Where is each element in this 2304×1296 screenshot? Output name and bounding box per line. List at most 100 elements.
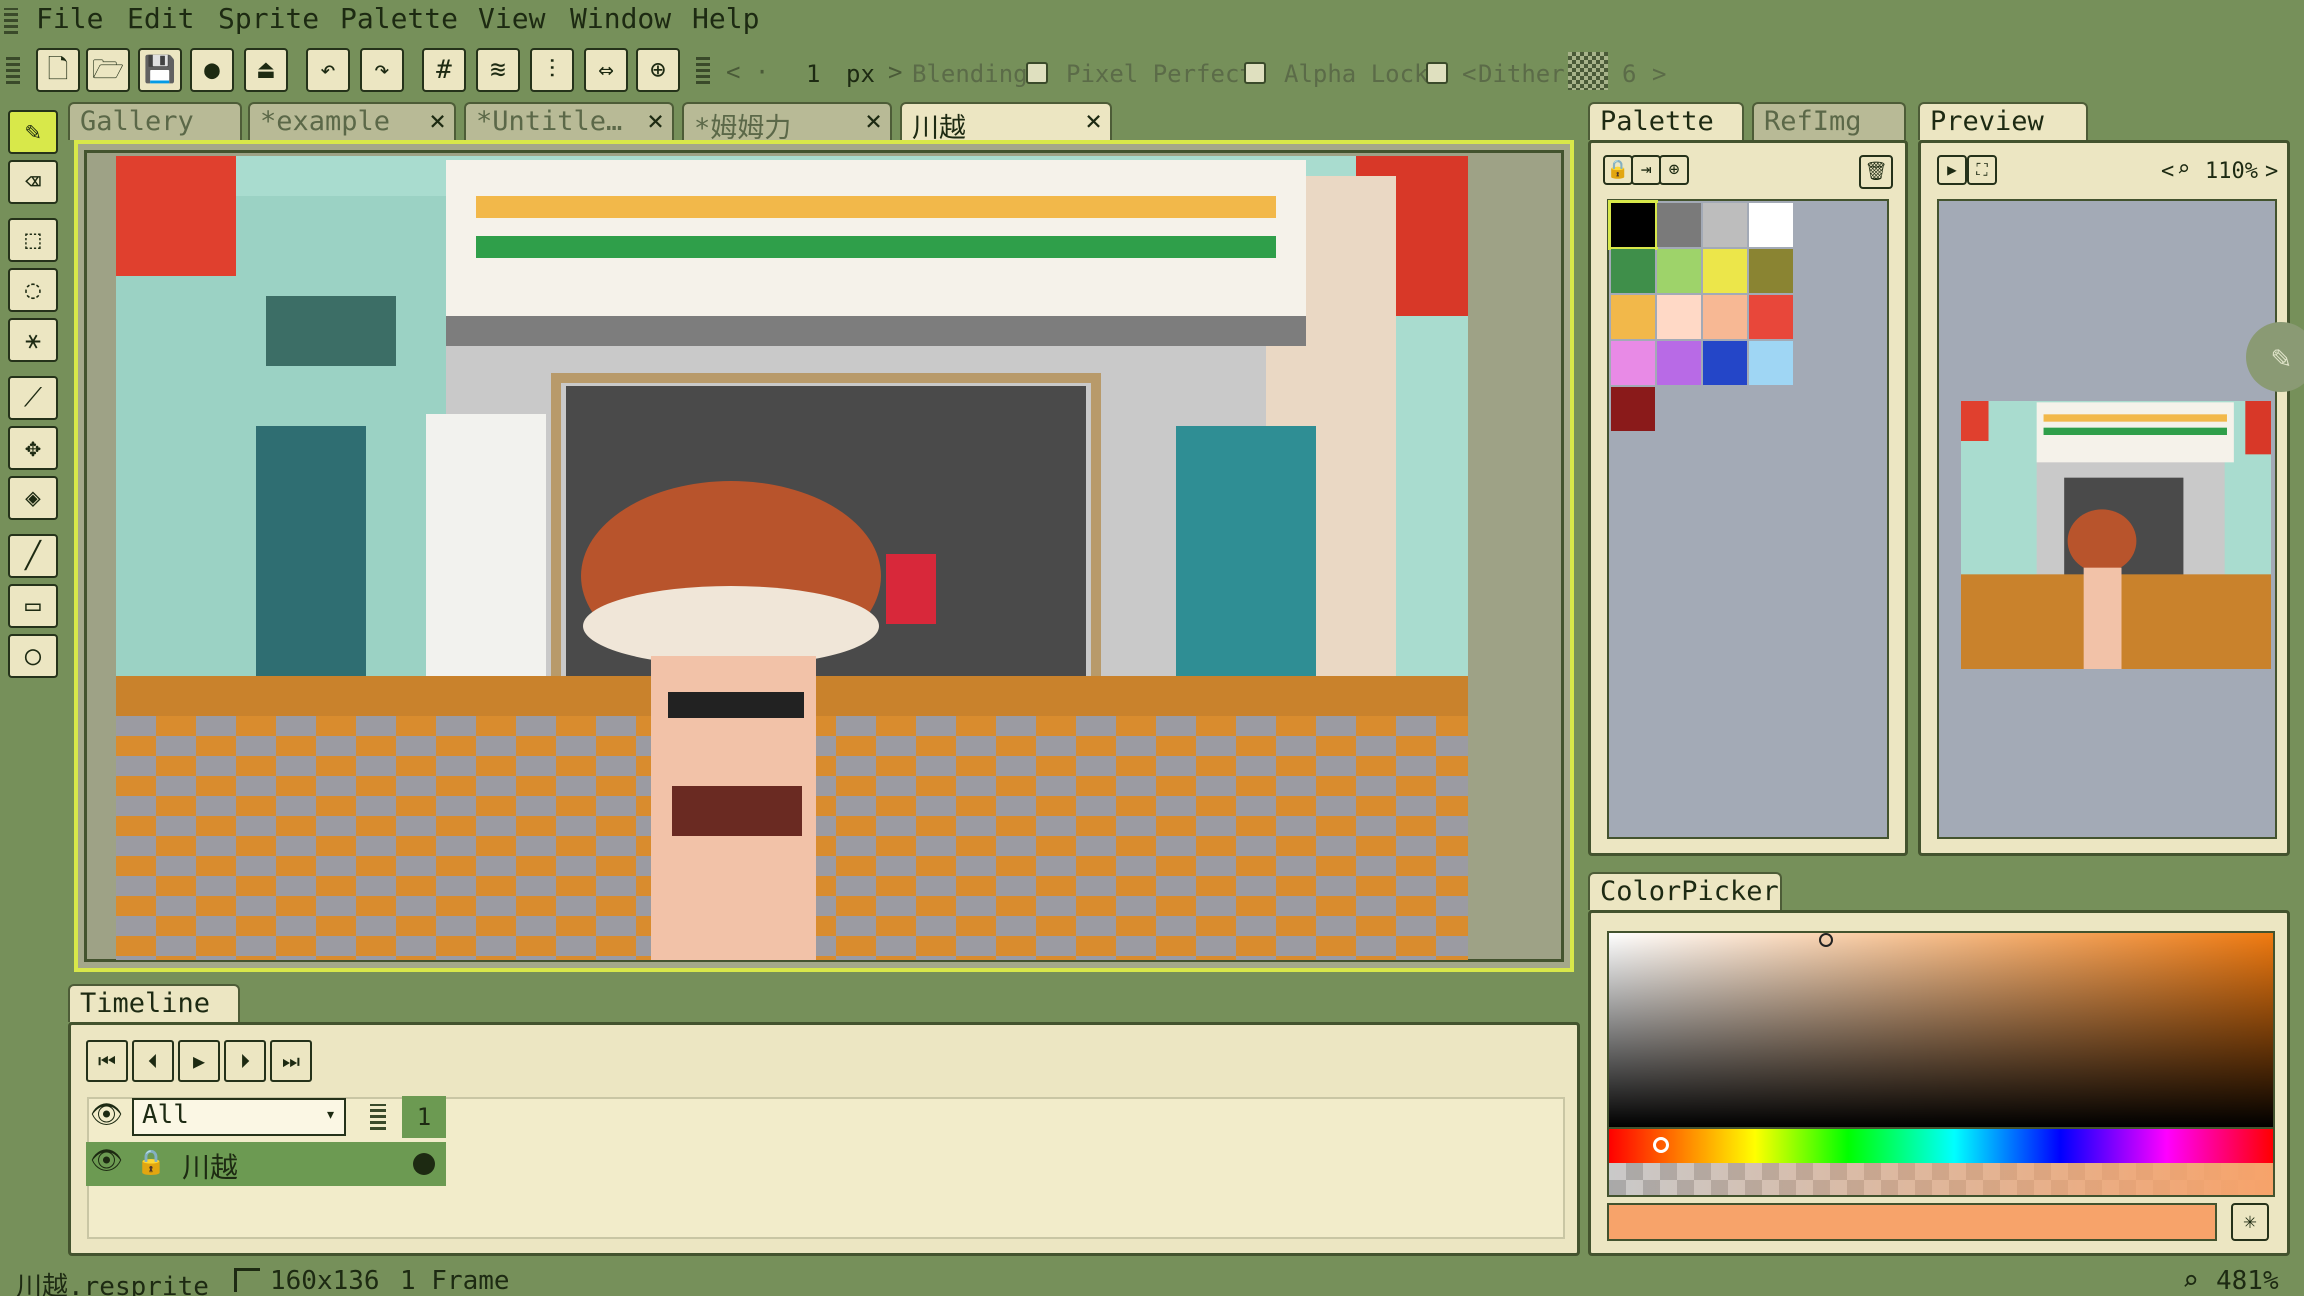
save-icon[interactable]: 💾	[138, 48, 182, 92]
alpha-slider[interactable]	[1607, 1163, 2275, 1197]
alpha-lock-checkbox[interactable]	[1426, 62, 1448, 84]
palette-tab[interactable]: Palette	[1588, 102, 1744, 140]
sprite-canvas[interactable]	[116, 156, 1468, 960]
menu-file[interactable]: File	[36, 2, 103, 35]
layers-icon[interactable]: ≋	[476, 48, 520, 92]
palette-swatch[interactable]	[1657, 295, 1701, 339]
frame-value[interactable]: 1	[806, 60, 820, 88]
color-value-field[interactable]	[1607, 1203, 2217, 1241]
menu-sprite[interactable]: Sprite	[218, 2, 319, 35]
refimg-tab[interactable]: RefImg	[1752, 102, 1906, 140]
timeline-tab[interactable]: Timeline	[68, 984, 240, 1022]
next-frame-icon[interactable]: ⏵	[224, 1040, 266, 1082]
palette-swatch[interactable]	[1703, 249, 1747, 293]
hue-cursor[interactable]	[1653, 1137, 1669, 1153]
preview-play-icon[interactable]: ▶	[1937, 155, 1967, 185]
open-folder-icon[interactable]: 🗁	[86, 48, 130, 92]
tab-close-icon[interactable]: ×	[865, 104, 882, 137]
dither-next-arrow[interactable]: >	[1652, 60, 1666, 88]
colorpicker-tab[interactable]: ColorPicker	[1588, 872, 1782, 910]
palette-swatch[interactable]	[1611, 249, 1655, 293]
palette-swatch[interactable]	[1611, 295, 1655, 339]
eyedropper-icon[interactable]: ⟋	[8, 376, 58, 420]
palette-swatch[interactable]	[1703, 341, 1747, 385]
preview-zoom-next[interactable]: >	[2265, 159, 2278, 184]
blending-checkbox[interactable]	[1026, 62, 1048, 84]
visibility-all-icon[interactable]: 👁	[90, 1100, 123, 1130]
palette-sort-icon[interactable]: ⇥	[1631, 155, 1661, 185]
palette-lock-icon[interactable]: 🔒	[1603, 155, 1633, 185]
palette-swatch[interactable]	[1611, 341, 1655, 385]
pick-screen-icon[interactable]: ✳	[2231, 1203, 2269, 1241]
preview-zoom-prev[interactable]: <	[2161, 159, 2174, 184]
export-icon[interactable]: ⏏	[244, 48, 288, 92]
tab-close-icon[interactable]: ×	[429, 104, 446, 137]
frame-cel[interactable]	[402, 1142, 446, 1186]
palette-swatch[interactable]	[1749, 295, 1793, 339]
palette-swatch[interactable]	[1611, 387, 1655, 431]
last-frame-icon[interactable]: ⏭	[270, 1040, 312, 1082]
undo-icon[interactable]: ↶	[306, 48, 350, 92]
layer-visibility-icon[interactable]: 👁	[90, 1146, 123, 1176]
wrap-icon[interactable]: ⊕	[636, 48, 680, 92]
layer-lock-icon[interactable]: 🔒	[136, 1148, 166, 1176]
pixel-perfect-checkbox[interactable]	[1244, 62, 1266, 84]
ellipse-icon[interactable]: ◯	[8, 634, 58, 678]
line-icon[interactable]: ╱	[8, 534, 58, 578]
lasso-icon[interactable]: ◌	[8, 268, 58, 312]
tab-gallery[interactable]: Gallery	[68, 102, 242, 140]
tab-mumuli[interactable]: *姆姆力 ×	[682, 102, 892, 140]
menu-window[interactable]: Window	[570, 2, 671, 35]
tune-icon[interactable]: ⫶	[530, 48, 574, 92]
prev-frame-icon[interactable]: ⏴	[132, 1040, 174, 1082]
tab-close-icon[interactable]: ×	[647, 104, 664, 137]
preview-fit-icon[interactable]: ⛶	[1967, 155, 1997, 185]
hue-slider[interactable]	[1607, 1129, 2275, 1163]
tab-untitled[interactable]: *Untitle… ×	[464, 102, 674, 140]
tab-example[interactable]: *example ×	[248, 102, 456, 140]
palette-swatch[interactable]	[1749, 341, 1793, 385]
preview-tab[interactable]: Preview	[1918, 102, 2088, 140]
sv-cursor[interactable]	[1819, 933, 1833, 947]
redo-icon[interactable]: ↷	[360, 48, 404, 92]
layer-filter-select[interactable]: All ▾	[132, 1098, 346, 1136]
palette-swatch[interactable]	[1703, 203, 1747, 247]
tab-kawagoe[interactable]: 川越 ×	[900, 102, 1112, 140]
first-frame-icon[interactable]: ⏮	[86, 1040, 128, 1082]
palette-swatch[interactable]	[1749, 203, 1793, 247]
palette-swatch[interactable]	[1657, 203, 1701, 247]
palette-add-icon[interactable]: ⊕	[1659, 155, 1689, 185]
saturation-value-field[interactable]	[1607, 931, 2275, 1129]
layer-row[interactable]: 👁 🔒 川越	[86, 1142, 402, 1186]
pencil-icon[interactable]: ✎	[8, 110, 58, 154]
palette-swatch[interactable]	[1703, 295, 1747, 339]
palette-swatch[interactable]	[1657, 341, 1701, 385]
palette-swatch-area	[1607, 199, 1889, 839]
symmetry-icon[interactable]: ⇔	[584, 48, 628, 92]
menu-palette[interactable]: Palette	[340, 2, 458, 35]
palette-delete-icon[interactable]: 🗑	[1859, 155, 1893, 189]
menu-help[interactable]: Help	[692, 2, 759, 35]
fill-bucket-icon[interactable]: ◈	[8, 476, 58, 520]
magic-wand-icon[interactable]: ⚹	[8, 318, 58, 362]
menu-edit[interactable]: Edit	[127, 2, 194, 35]
move-icon[interactable]: ✥	[8, 426, 58, 470]
frame-prev-arrow[interactable]: < ·	[726, 58, 769, 86]
palette-swatch[interactable]	[1608, 200, 1658, 250]
menu-view[interactable]: View	[478, 2, 545, 35]
tab-close-icon[interactable]: ×	[1085, 104, 1102, 137]
rect-select-icon[interactable]: ⬚	[8, 218, 58, 262]
play-icon[interactable]: ▶	[178, 1040, 220, 1082]
frame-header-1[interactable]: 1	[402, 1096, 446, 1138]
grid-icon[interactable]: #	[422, 48, 466, 92]
rectangle-icon[interactable]: ▭	[8, 584, 58, 628]
dither-prev-arrow[interactable]: <	[1462, 60, 1476, 88]
palette-swatch[interactable]	[1749, 249, 1793, 293]
drag-handle-icon[interactable]	[370, 1104, 386, 1130]
frame-next-arrow[interactable]: >	[888, 58, 902, 86]
palette-swatch[interactable]	[1657, 249, 1701, 293]
eraser-icon[interactable]: ⌫	[8, 160, 58, 204]
dither-pattern-icon[interactable]	[1568, 52, 1608, 90]
new-file-icon[interactable]: 🗋	[36, 48, 80, 92]
settings-circle-icon[interactable]: ●	[190, 48, 234, 92]
